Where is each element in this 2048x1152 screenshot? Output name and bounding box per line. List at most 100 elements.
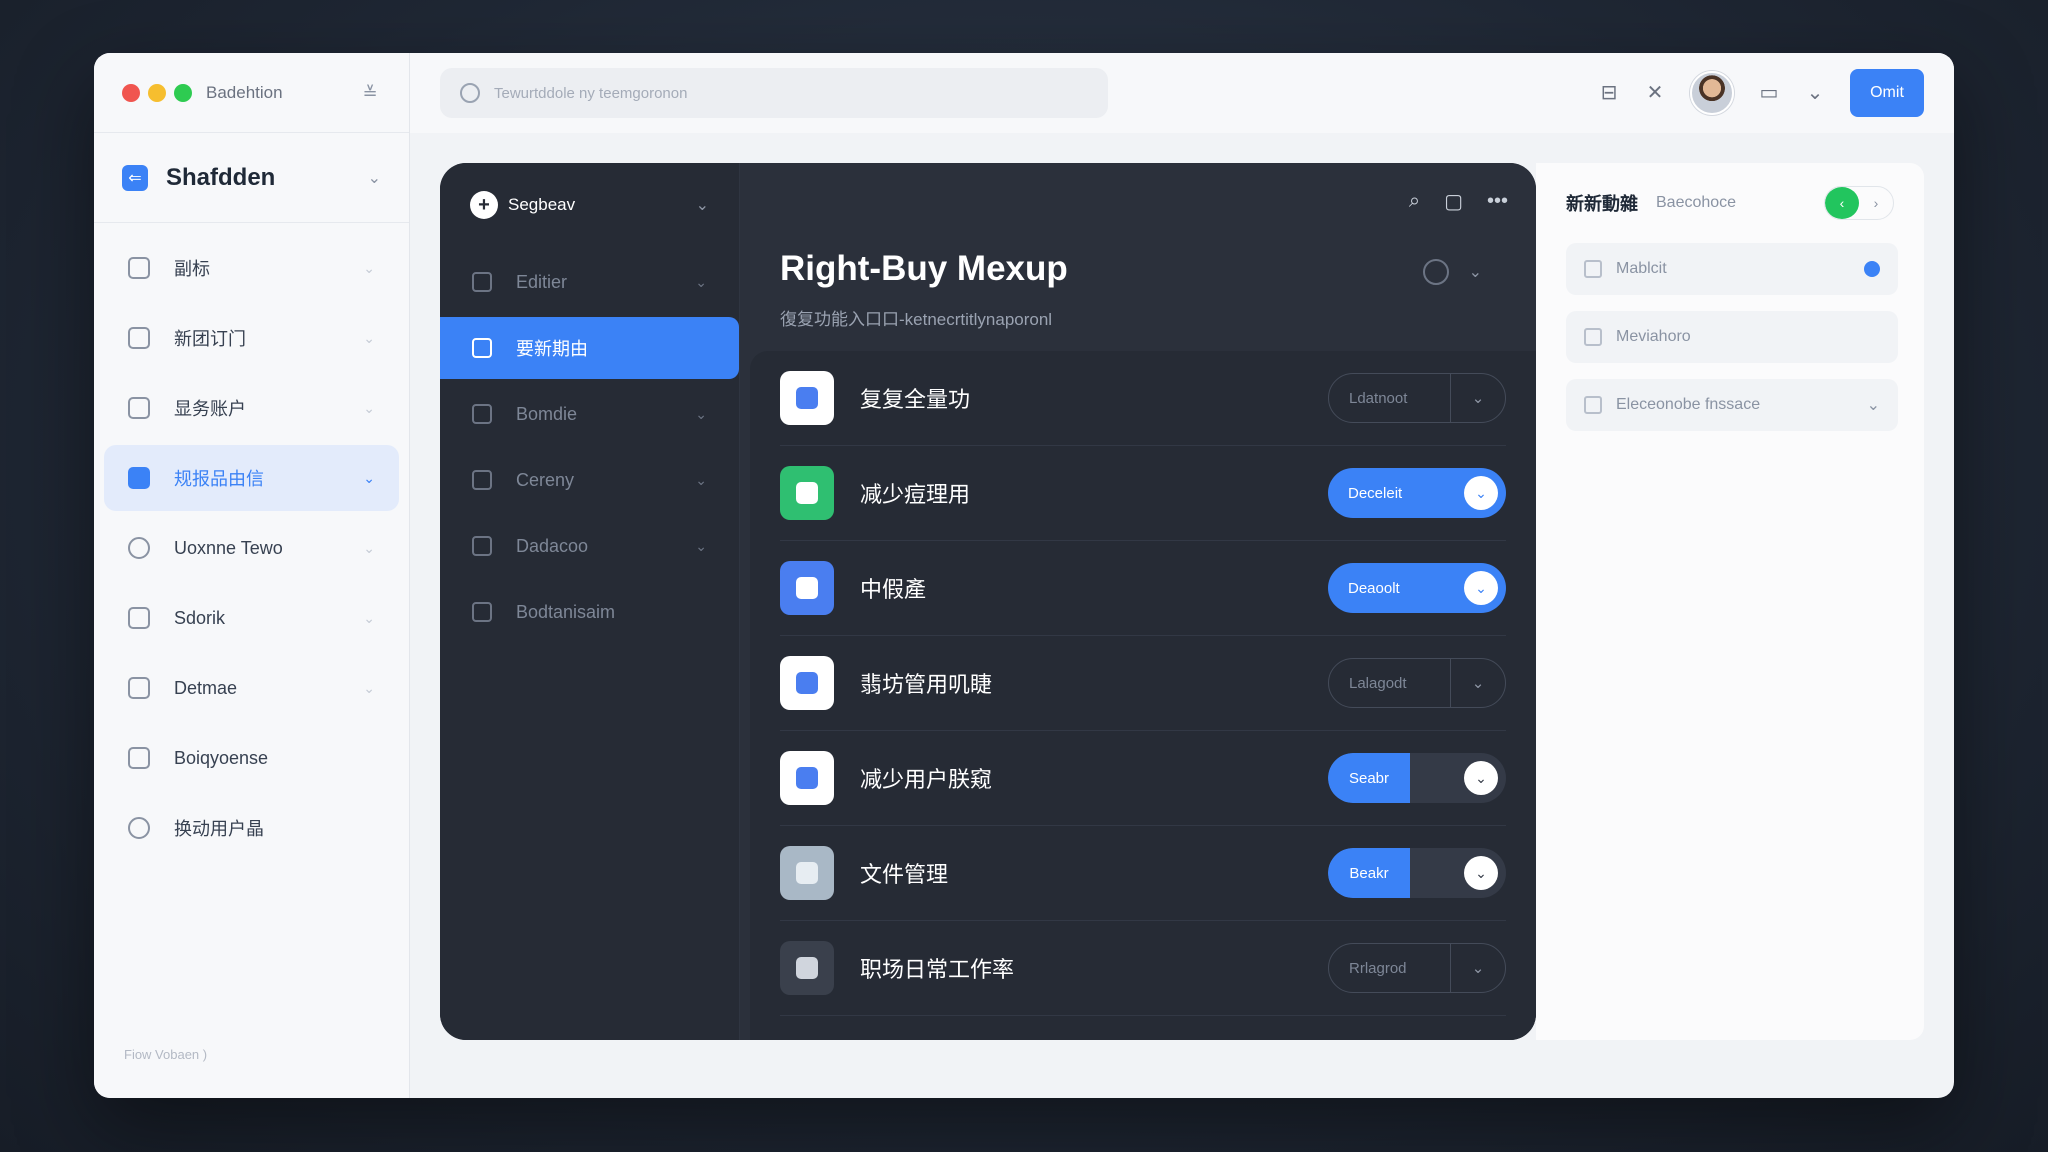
right-field-3[interactable]: Eleceonobe fnssace ⌄ [1566, 379, 1898, 431]
chevron-down-icon: ⌄ [1464, 761, 1498, 795]
app-window: Badehtion ≚ ⇐ Shafdden ⌄ 副标 ⌄ 新团订门 ⌄ 显务账… [94, 53, 1954, 1098]
dark-nav-item-1[interactable]: Editier ⌄ [440, 251, 739, 313]
feature-row: 翡坊管用叽睫 Lalagodt ⌄ [780, 636, 1506, 731]
sidebar-item-3[interactable]: 显务账户 ⌄ [104, 375, 399, 441]
close-icon[interactable]: ✕ [1644, 82, 1666, 104]
chart-icon [128, 677, 150, 699]
plus-icon: + [470, 191, 498, 219]
feature-dropdown[interactable]: Deaoolt ⌄ [1328, 563, 1506, 613]
feature-dropdown[interactable]: Seabr ⌄ [1328, 753, 1506, 803]
sidebar-item-label: 规报品由信 [174, 469, 264, 489]
workspace-switcher[interactable]: ⇐ Shafdden ⌄ [94, 133, 409, 223]
chevron-down-icon: ⌄ [363, 469, 375, 486]
dark-nav-item-2[interactable]: 要新期由 [440, 317, 739, 379]
card-icon[interactable]: ▭ [1758, 82, 1780, 104]
dropdown-value: Lalagodt [1329, 659, 1451, 707]
collapse-sidebar-icon[interactable]: ≚ [359, 82, 381, 104]
search-icon[interactable]: ⌕ [1409, 190, 1420, 213]
dark-sidebar-header[interactable]: + Segbeav ⌄ [440, 163, 739, 247]
feature-dropdown[interactable]: Rrlagrod ⌄ [1328, 943, 1506, 993]
feature-dropdown[interactable]: Beakr ⌄ [1328, 848, 1506, 898]
sidebar-item-8[interactable]: Boiqyoense [104, 725, 399, 791]
feature-name: 减少痘理用 [860, 482, 971, 507]
right-panel-title: 新新動雜 [1566, 194, 1638, 214]
dark-main: ⌕ ▢ ••• Right-Buy Mexup 復复功能入口口-ketnecrt… [740, 163, 1536, 1040]
sidebar-item-5[interactable]: Uoxnne Tewo ⌄ [104, 515, 399, 581]
dark-nav: Editier ⌄ 要新期由 Bomdie ⌄ Cereny ⌄ Dadacoo… [440, 251, 739, 643]
dropdown-value: Deaoolt [1348, 579, 1400, 597]
dark-panel: + Segbeav ⌄ Editier ⌄ 要新期由 Bomdie ⌄ Cere… [440, 163, 1536, 1040]
dark-nav-item-5[interactable]: Dadacoo ⌄ [440, 515, 739, 577]
feature-icon [780, 751, 834, 805]
chat-icon[interactable]: ▢ [1444, 189, 1463, 214]
calendar-icon [472, 338, 492, 358]
feature-dropdown[interactable]: Ldatnoot ⌄ [1328, 373, 1506, 423]
right-field-2[interactable]: Meviahoro [1566, 311, 1898, 363]
feature-row: 中假產 Deaoolt ⌄ [780, 541, 1506, 636]
home-icon [128, 257, 150, 279]
sidebar-item-6[interactable]: Sdorik ⌄ [104, 585, 399, 651]
sidebar-item-4[interactable]: 规报品由信 ⌄ [104, 445, 399, 511]
close-window-dot[interactable] [122, 83, 140, 102]
chevron-down-icon[interactable]: ⌄ [1469, 262, 1482, 282]
dropdown-value: Rrlagrod [1329, 944, 1451, 992]
sidebar-item-7[interactable]: Detmae ⌄ [104, 655, 399, 721]
document-icon [472, 536, 492, 556]
minimize-window-dot[interactable] [148, 83, 166, 102]
status-dot [1864, 261, 1880, 277]
chevron-down-icon: ⌄ [363, 539, 375, 556]
feature-name: 中假產 [860, 577, 927, 602]
field-label: Meviahoro [1616, 328, 1691, 345]
app-name: Badehtion [206, 82, 283, 102]
list-icon [472, 272, 492, 292]
sidebar: Badehtion ≚ ⇐ Shafdden ⌄ 副标 ⌄ 新团订门 ⌄ 显务账… [94, 53, 410, 1098]
feature-dropdown[interactable]: Deceleit ⌄ [1328, 468, 1506, 518]
chevron-down-icon[interactable]: ⌄ [1804, 82, 1826, 104]
sidebar-item-label: Boiqyoense [174, 747, 269, 768]
archive-icon [472, 602, 492, 622]
sidebar-item-label: 显务账户 [174, 399, 246, 419]
field-label: Eleceonobe fnssace [1616, 396, 1761, 413]
feature-list: 复复全量功 Ldatnoot ⌄ 减少痘理用 Deceleit ⌄ 中假產 De… [750, 351, 1536, 1040]
pager: ‹ › [1824, 186, 1894, 220]
dark-nav-item-6[interactable]: Bodtanisaim [440, 581, 739, 643]
feature-name: 职场日常工作率 [860, 957, 1015, 982]
feature-name: 减少用户朕窥 [860, 767, 993, 792]
search-input[interactable]: Tewurtddole ny teemgoronon [494, 85, 687, 102]
chevron-down-icon: ⌄ [695, 471, 707, 488]
search-bar[interactable]: Tewurtddole ny teemgoronon [440, 68, 1108, 118]
maximize-window-dot[interactable] [174, 83, 192, 102]
sidebar-item-label: Sdorik [174, 607, 226, 628]
avatar[interactable] [1690, 71, 1734, 115]
dark-nav-item-3[interactable]: Bomdie ⌄ [440, 383, 739, 445]
sidebar-item-label: 新团订门 [174, 329, 246, 349]
sidebar-item-9[interactable]: 换动用户晶 [104, 795, 399, 861]
omit-button[interactable]: Omit [1850, 69, 1924, 117]
dark-sidebar-title: Segbeav [508, 195, 576, 214]
right-field-1[interactable]: Mablcit [1566, 243, 1898, 295]
dark-nav-label: Bomdie [516, 403, 578, 424]
grid-icon [128, 327, 150, 349]
chevron-down-icon: ⌄ [363, 259, 375, 276]
sidebar-item-2[interactable]: 新团订门 ⌄ [104, 305, 399, 371]
feature-icon [780, 466, 834, 520]
chevron-down-icon: ⌄ [1471, 390, 1485, 407]
title-controls: ⌄ [1422, 259, 1482, 285]
feature-dropdown[interactable]: Lalagodt ⌄ [1328, 658, 1506, 708]
feature-name: 文件管理 [860, 862, 949, 887]
chevron-down-icon: ⌄ [363, 399, 375, 416]
layout-icon[interactable]: ⊟ [1598, 82, 1620, 104]
dark-nav-item-4[interactable]: Cereny ⌄ [440, 449, 739, 511]
chevron-down-icon: ⌄ [695, 197, 709, 214]
topbar-actions: ⊟ ✕ ▭ ⌄ Omit [1598, 69, 1924, 117]
feature-row: 减少用户朕窥 Seabr ⌄ [780, 731, 1506, 826]
clock-icon[interactable] [1422, 259, 1449, 285]
chevron-down-icon: ⌄ [1471, 675, 1485, 692]
chevron-left-icon[interactable]: ‹ [1825, 187, 1859, 219]
more-icon[interactable]: ••• [1487, 190, 1508, 213]
sidebar-item-1[interactable]: 副标 ⌄ [104, 235, 399, 301]
field-label: Mablcit [1616, 260, 1667, 277]
chevron-right-icon[interactable]: › [1859, 187, 1893, 219]
chevron-down-icon: ⌄ [1866, 397, 1880, 414]
dropdown-value: Deceleit [1348, 484, 1403, 502]
